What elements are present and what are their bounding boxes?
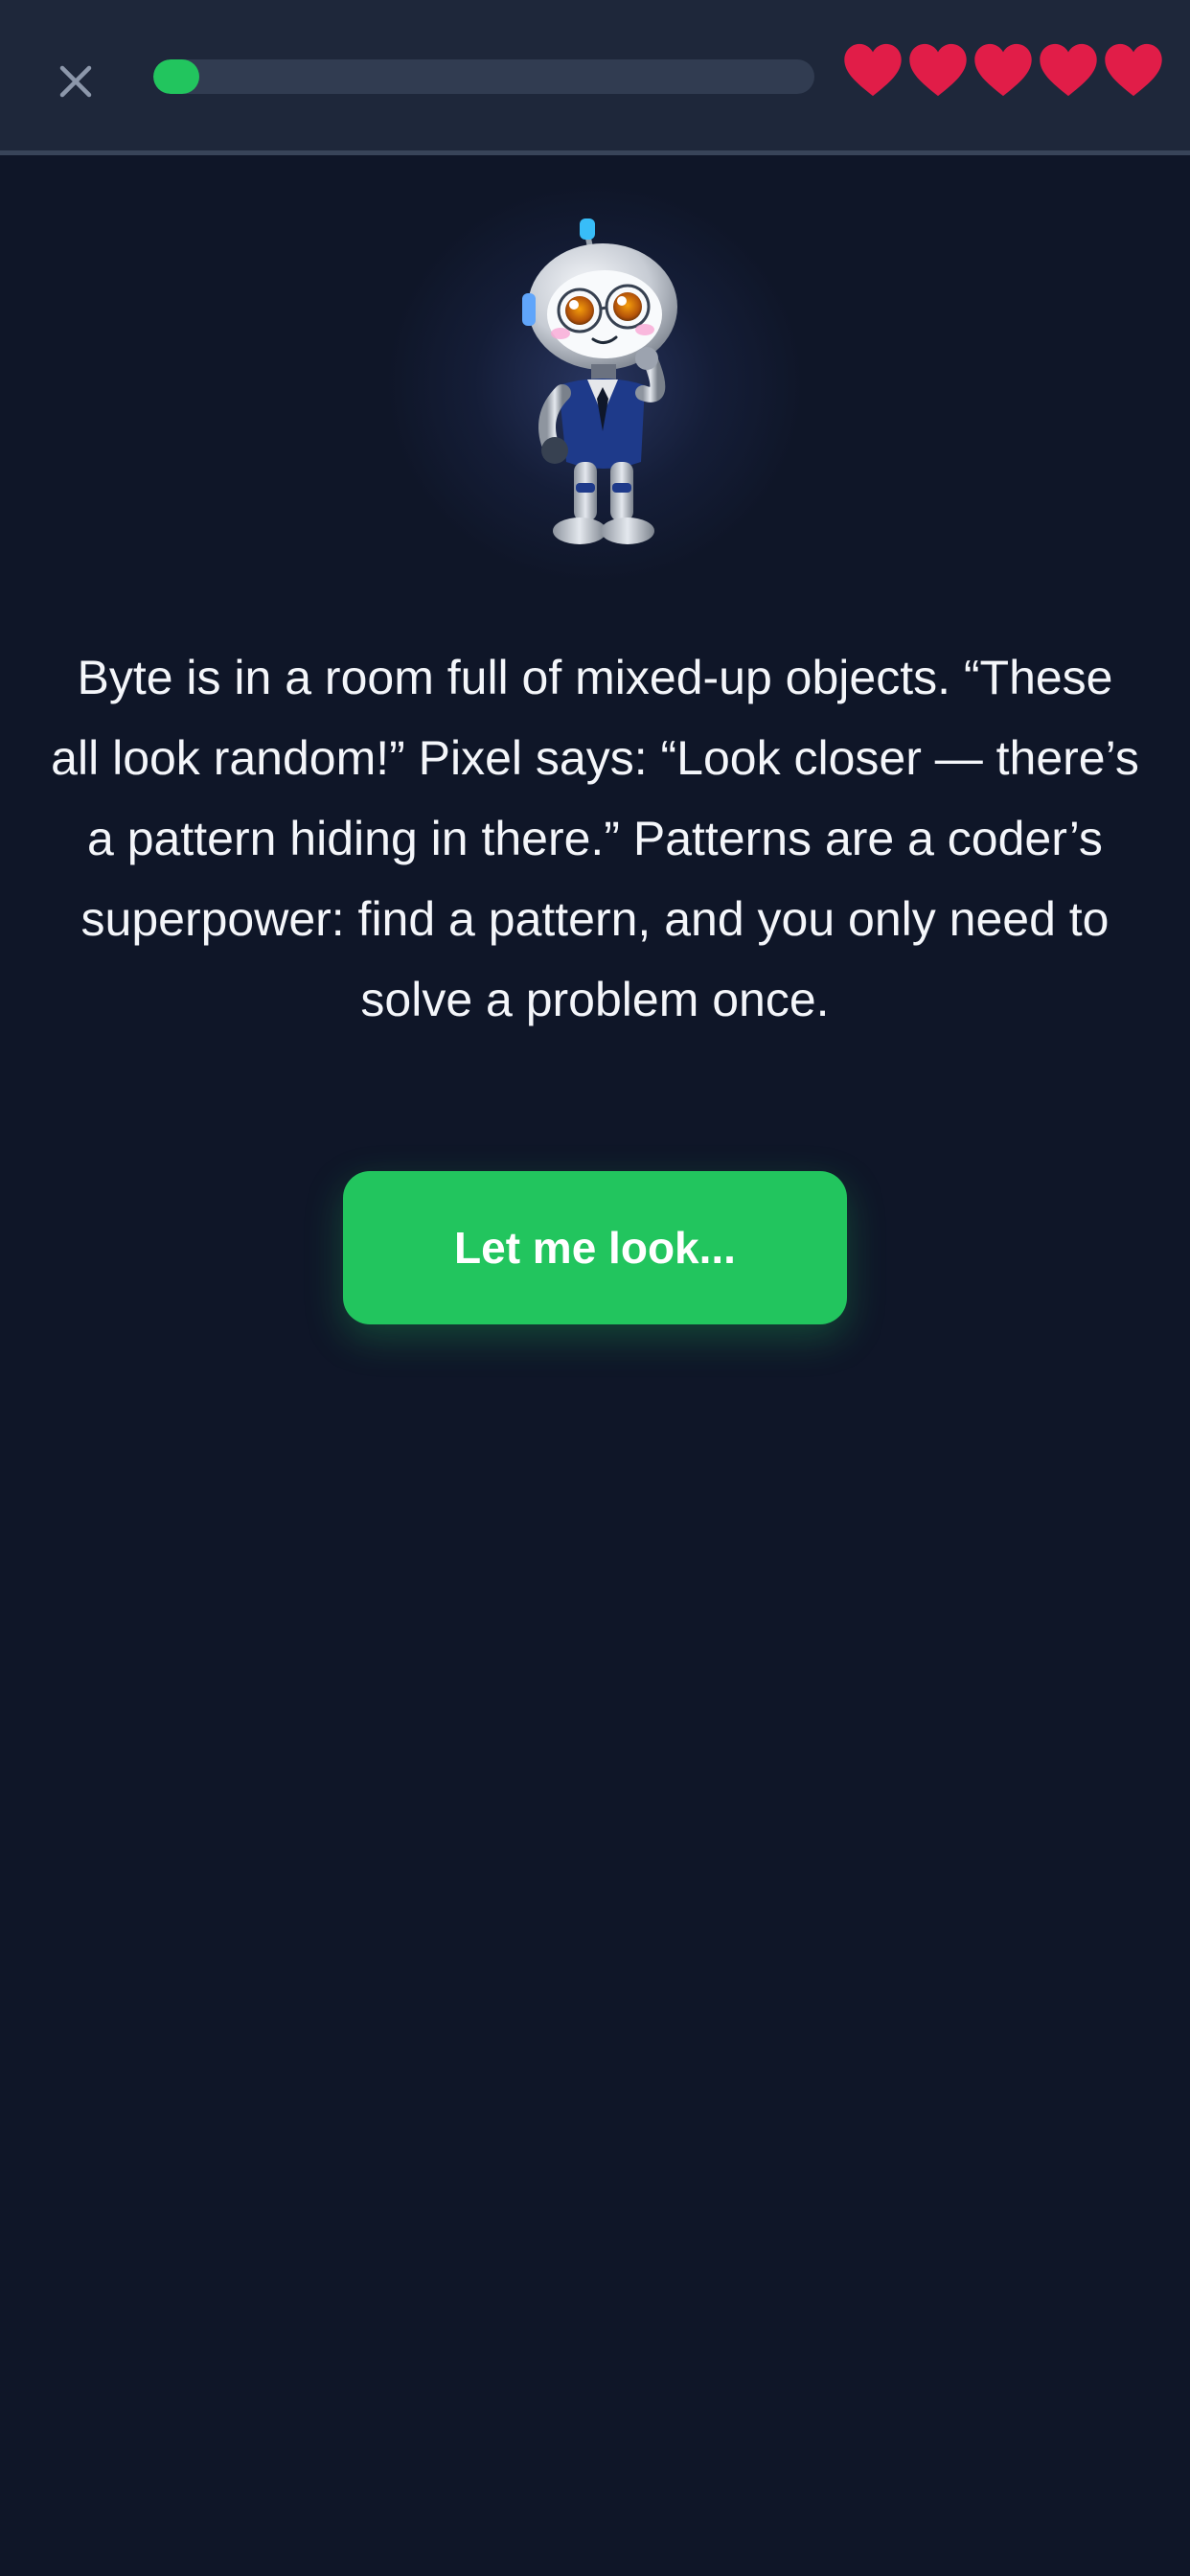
lesson-progress-bar xyxy=(153,59,814,94)
lesson-header xyxy=(0,0,1190,155)
lives-hearts xyxy=(843,42,1163,98)
heart-icon xyxy=(1040,43,1097,97)
lesson-screen: Byte is in a room full of mixed-up objec… xyxy=(0,0,1190,2576)
close-icon xyxy=(59,65,92,98)
story-text: Byte is in a room full of mixed-up objec… xyxy=(51,651,1139,1026)
heart-icon xyxy=(844,43,902,97)
continue-button[interactable]: Let me look... xyxy=(343,1171,847,1324)
heart-icon xyxy=(909,43,967,97)
close-button[interactable] xyxy=(50,56,102,107)
lesson-progress-fill xyxy=(153,59,200,94)
heart-icon xyxy=(974,43,1032,97)
robot-mascot-icon xyxy=(522,218,677,544)
heart-icon xyxy=(1105,43,1162,97)
mascot xyxy=(355,163,835,604)
